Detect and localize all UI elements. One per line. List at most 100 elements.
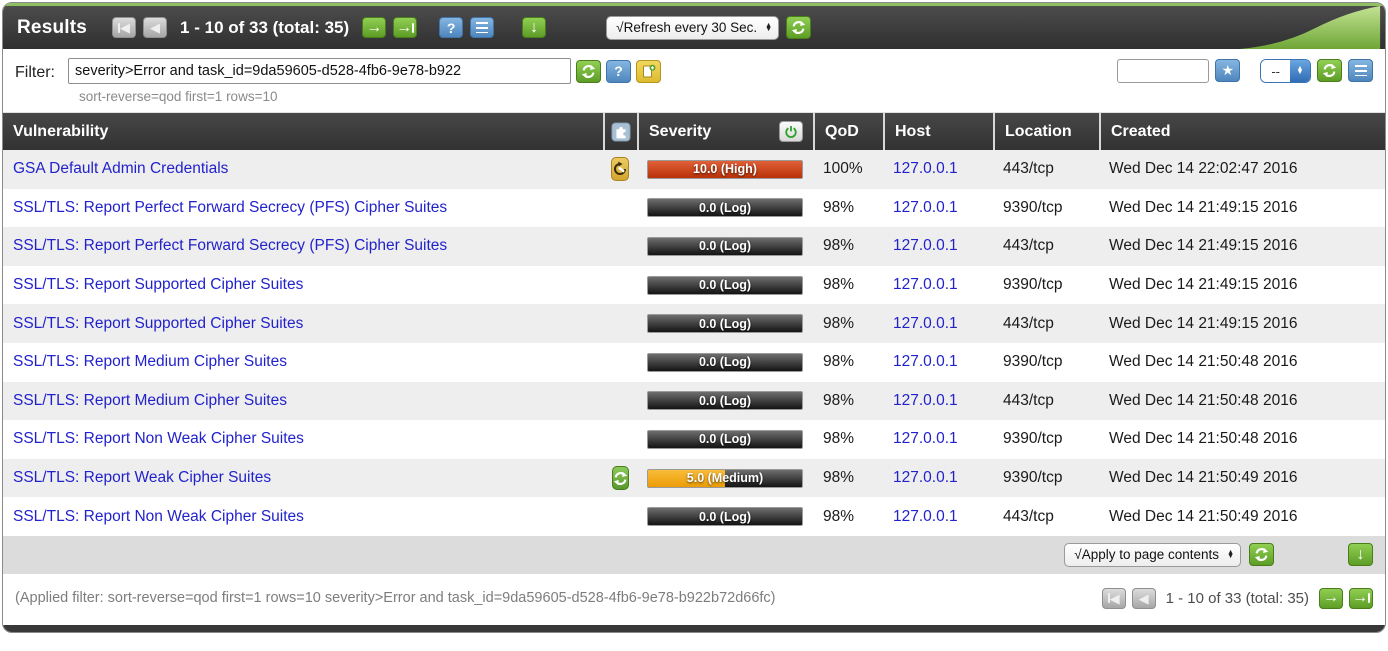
created-value: Wed Dec 14 21:50:49 2016 bbox=[1099, 469, 1385, 487]
location-value: 9390/tcp bbox=[993, 469, 1099, 487]
refresh-interval-select[interactable]: √Refresh every 30 Sec. ▲▼ bbox=[606, 16, 779, 40]
host-link[interactable]: 127.0.0.1 bbox=[893, 353, 958, 371]
column-header-location[interactable]: Location bbox=[993, 113, 1099, 150]
vulnerability-link[interactable]: SSL/TLS: Report Weak Cipher Suites bbox=[13, 469, 271, 487]
vulnerability-link[interactable]: SSL/TLS: Report Medium Cipher Suites bbox=[13, 353, 287, 371]
select-arrows-icon: ▲▼ bbox=[1290, 60, 1310, 82]
severity-bar: 0.0 (Log) bbox=[647, 507, 803, 526]
vulnerability-link[interactable]: SSL/TLS: Report Medium Cipher Suites bbox=[13, 392, 287, 410]
vulnerability-link[interactable]: SSL/TLS: Report Perfect Forward Secrecy … bbox=[13, 199, 447, 217]
column-header-created[interactable]: Created bbox=[1099, 113, 1385, 150]
next-page-icon: → bbox=[1323, 590, 1339, 606]
download-button[interactable]: ↓ bbox=[522, 17, 546, 38]
save-filter-name-input[interactable] bbox=[1117, 59, 1209, 83]
refresh-icon bbox=[581, 64, 596, 79]
severity-bar: 0.0 (Log) bbox=[647, 276, 803, 295]
host-link[interactable]: 127.0.0.1 bbox=[893, 276, 958, 294]
last-page-button[interactable]: → bbox=[1349, 588, 1373, 609]
location-value: 443/tcp bbox=[993, 237, 1099, 255]
vulnerability-link[interactable]: SSL/TLS: Report Non Weak Cipher Suites bbox=[13, 508, 304, 526]
host-link[interactable]: 127.0.0.1 bbox=[893, 315, 958, 333]
filter-bar: Filter: ? bbox=[3, 49, 1385, 113]
severity-label: 0.0 (Log) bbox=[648, 277, 802, 294]
severity-label: 5.0 (Medium) bbox=[648, 470, 802, 487]
vulnerability-link[interactable]: SSL/TLS: Report Perfect Forward Secrecy … bbox=[13, 237, 447, 255]
list-icon bbox=[1355, 65, 1367, 76]
apply-overrides-refresh-button[interactable] bbox=[1249, 543, 1274, 566]
host-link[interactable]: 127.0.0.1 bbox=[893, 469, 958, 487]
new-filter-button[interactable] bbox=[636, 60, 661, 83]
host-link[interactable]: 127.0.0.1 bbox=[893, 160, 958, 178]
refresh-icon bbox=[1254, 547, 1269, 562]
qod-value: 98% bbox=[813, 276, 883, 294]
table-row: SSL/TLS: Report Supported Cipher Suites bbox=[3, 304, 1385, 343]
save-filter-button[interactable]: ★ bbox=[1215, 59, 1240, 82]
apply-filter-button[interactable] bbox=[576, 60, 601, 83]
location-value: 443/tcp bbox=[993, 508, 1099, 526]
qod-value: 98% bbox=[813, 430, 883, 448]
table-row: GSA Default Admin Credentials bbox=[3, 150, 1385, 189]
edit-filter-button[interactable] bbox=[1348, 59, 1373, 82]
severity-bar: 0.0 (Log) bbox=[647, 391, 803, 410]
vulnerability-link[interactable]: SSL/TLS: Report Non Weak Cipher Suites bbox=[13, 430, 304, 448]
qod-value: 98% bbox=[813, 508, 883, 526]
results-table: Vulnerability Severity QoD bbox=[3, 113, 1385, 574]
download-results-button[interactable]: ↓ bbox=[1348, 543, 1373, 566]
help-button[interactable]: ? bbox=[439, 17, 463, 38]
qod-value: 98% bbox=[813, 392, 883, 410]
last-page-button[interactable]: → bbox=[393, 17, 417, 38]
severity-label: 0.0 (Log) bbox=[648, 315, 802, 332]
severity-bar: 0.0 (Log) bbox=[647, 237, 803, 256]
filter-input[interactable] bbox=[68, 58, 571, 84]
previous-page-button[interactable]: ◀ bbox=[143, 17, 167, 38]
applied-filter-text: (Applied filter: sort-reverse=qod first=… bbox=[15, 590, 776, 606]
location-value: 9390/tcp bbox=[993, 353, 1099, 371]
override-toggle-button[interactable] bbox=[779, 121, 803, 142]
puzzle-icon bbox=[610, 122, 632, 142]
column-header-vulnerability[interactable]: Vulnerability bbox=[3, 113, 603, 150]
location-value: 443/tcp bbox=[993, 392, 1099, 410]
next-page-button[interactable]: → bbox=[362, 17, 386, 38]
select-arrows-icon: ▲▼ bbox=[1227, 551, 1234, 559]
column-header-solution-type[interactable] bbox=[603, 113, 637, 150]
first-page-button[interactable]: ◀ bbox=[1102, 588, 1126, 609]
column-header-host[interactable]: Host bbox=[883, 113, 993, 150]
page-title: Results bbox=[17, 17, 87, 39]
table-row: SSL/TLS: Report Supported Cipher Suites bbox=[3, 266, 1385, 305]
created-value: Wed Dec 14 21:50:48 2016 bbox=[1099, 353, 1385, 371]
workaround-solution-icon bbox=[611, 157, 629, 181]
saved-filter-select[interactable]: -- ▲▼ bbox=[1260, 59, 1311, 83]
list-view-button[interactable] bbox=[470, 17, 494, 38]
severity-label: 0.0 (Log) bbox=[648, 354, 802, 371]
host-link[interactable]: 127.0.0.1 bbox=[893, 199, 958, 217]
column-header-severity[interactable]: Severity bbox=[637, 113, 813, 150]
vulnerability-link[interactable]: SSL/TLS: Report Supported Cipher Suites bbox=[13, 276, 303, 294]
first-page-button[interactable]: ◀ bbox=[112, 17, 136, 38]
next-page-button[interactable]: → bbox=[1319, 588, 1343, 609]
host-link[interactable]: 127.0.0.1 bbox=[893, 508, 958, 526]
pagination-range: 1 - 10 of 33 (total: 35) bbox=[180, 18, 349, 38]
severity-bar: 0.0 (Log) bbox=[647, 198, 803, 217]
qod-value: 98% bbox=[813, 199, 883, 217]
previous-page-button[interactable]: ◀ bbox=[1132, 588, 1156, 609]
created-value: Wed Dec 14 21:49:15 2016 bbox=[1099, 199, 1385, 217]
new-filter-icon bbox=[641, 64, 656, 79]
filter-help-button[interactable]: ? bbox=[606, 60, 631, 83]
column-header-qod[interactable]: QoD bbox=[813, 113, 883, 150]
bottom-bar: (Applied filter: sort-reverse=qod first=… bbox=[3, 574, 1385, 625]
host-link[interactable]: 127.0.0.1 bbox=[893, 392, 958, 410]
vulnerability-link[interactable]: SSL/TLS: Report Supported Cipher Suites bbox=[13, 315, 303, 333]
created-value: Wed Dec 14 21:50:48 2016 bbox=[1099, 430, 1385, 448]
severity-label: 10.0 (High) bbox=[648, 161, 802, 178]
star-icon: ★ bbox=[1222, 62, 1235, 79]
host-link[interactable]: 127.0.0.1 bbox=[893, 237, 958, 255]
help-icon: ? bbox=[614, 63, 623, 79]
table-row: SSL/TLS: Report Medium Cipher Suites bbox=[3, 343, 1385, 382]
severity-label: 0.0 (Log) bbox=[648, 508, 802, 525]
saved-filter-value: -- bbox=[1261, 60, 1290, 82]
refresh-now-button[interactable] bbox=[786, 16, 811, 39]
host-link[interactable]: 127.0.0.1 bbox=[893, 430, 958, 448]
switch-filter-button[interactable] bbox=[1317, 59, 1342, 82]
vulnerability-link[interactable]: GSA Default Admin Credentials bbox=[13, 160, 228, 178]
apply-overrides-select[interactable]: √Apply to page contents ▲▼ bbox=[1064, 543, 1241, 567]
